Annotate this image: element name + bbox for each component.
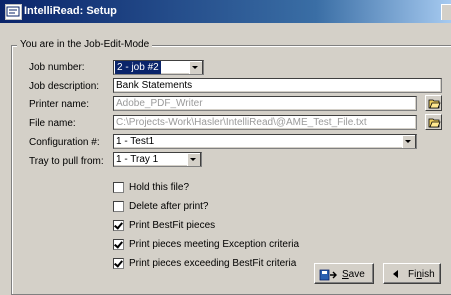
print-exceeding-checkbox[interactable]	[113, 258, 124, 269]
hold-file-label: Hold this file?	[129, 182, 190, 193]
configuration-combo[interactable]: 1 - Test1	[113, 134, 417, 149]
window-control-button[interactable]	[441, 4, 451, 20]
save-arrow-icon	[319, 269, 337, 281]
left-arrow-icon	[393, 270, 398, 278]
folder-open-icon	[428, 99, 441, 109]
browse-file-button[interactable]	[425, 114, 442, 130]
print-bestfit-label: Print BestFit pieces	[129, 220, 216, 231]
group-label: You are in the Job-Edit-Mode	[17, 39, 153, 50]
job-description-label: Job description:	[29, 81, 100, 92]
save-label: Save	[342, 269, 365, 280]
folder-open-icon	[428, 118, 441, 128]
chevron-down-icon[interactable]	[402, 135, 416, 148]
job-number-value: 2 - job #2	[115, 61, 161, 74]
job-number-combo[interactable]: 2 - job #2	[113, 60, 204, 75]
tray-value: 1 - Tray 1	[116, 154, 159, 165]
job-number-label: Job number:	[29, 62, 85, 73]
file-name-input[interactable]: C:\Projects-Work\Hasler\IntelliRead\@AME…	[113, 115, 417, 130]
hold-file-checkbox[interactable]	[113, 182, 124, 193]
print-bestfit-checkbox[interactable]	[113, 220, 124, 231]
browse-printer-button[interactable]	[425, 95, 442, 111]
title-bar[interactable]: IntelliRead: Setup	[0, 0, 451, 23]
printer-name-input[interactable]: Adobe_PDF_Writer	[113, 96, 417, 111]
printer-name-label: Printer name:	[29, 99, 90, 110]
delete-after-print-checkbox[interactable]	[113, 201, 124, 212]
tray-label: Tray to pull from:	[29, 156, 104, 167]
window-title: IntelliRead: Setup	[24, 5, 117, 17]
save-button[interactable]: Save	[314, 263, 374, 284]
configuration-label: Configuration #:	[29, 137, 100, 148]
delete-after-print-label: Delete after print?	[129, 201, 209, 212]
print-exceeding-label: Print pieces exceeding BestFit criteria	[129, 258, 297, 269]
chevron-down-icon[interactable]	[189, 61, 203, 74]
app-icon	[5, 4, 22, 20]
job-description-input[interactable]: Bank Statements	[113, 78, 442, 93]
configuration-value: 1 - Test1	[116, 136, 155, 147]
finish-button[interactable]: Finish	[383, 263, 441, 284]
tray-combo[interactable]: 1 - Tray 1	[113, 152, 202, 167]
print-exception-checkbox[interactable]	[113, 239, 124, 250]
finish-label: Finish	[408, 269, 435, 280]
print-exception-label: Print pieces meeting Exception criteria	[129, 239, 300, 250]
file-name-label: File name:	[29, 118, 76, 129]
chevron-down-icon[interactable]	[187, 153, 201, 166]
